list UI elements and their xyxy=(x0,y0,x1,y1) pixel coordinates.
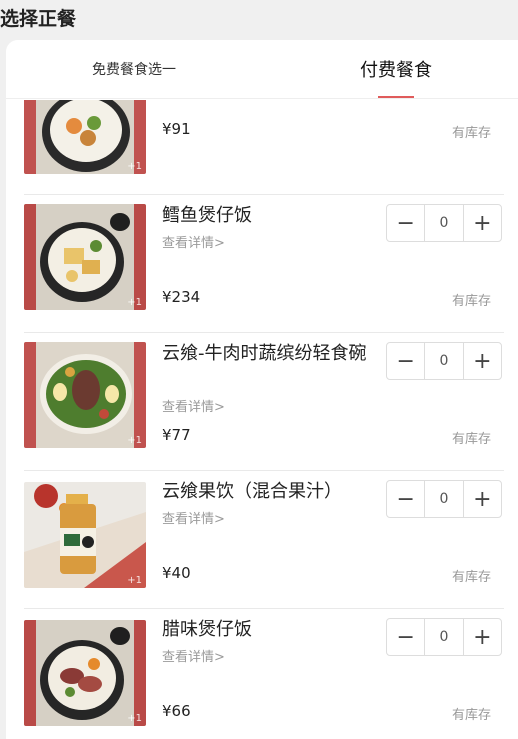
item-price: ¥66 xyxy=(162,702,191,720)
beef-salad-bowl-icon[interactable]: +1 xyxy=(24,342,146,448)
quantity-badge: +1 xyxy=(127,575,142,586)
quantity-badge: +1 xyxy=(127,297,142,308)
meal-panel: 免费餐食选一 付费餐食 +1 查看详情> ¥91 有库 xyxy=(6,40,518,739)
item-name: 鳕鱼煲仔饭 xyxy=(162,205,252,226)
view-details-link[interactable]: 查看详情> xyxy=(162,508,225,527)
quantity-badge: +1 xyxy=(127,161,142,172)
view-details-link[interactable]: 查看详情> xyxy=(162,232,225,251)
increase-button[interactable]: + xyxy=(462,204,502,242)
cod-claypot-rice-icon[interactable]: +1 xyxy=(24,204,146,310)
item-price: ¥40 xyxy=(162,564,191,582)
item-price: ¥91 xyxy=(162,120,191,138)
quantity-value[interactable]: 0 xyxy=(425,204,463,242)
quantity-value[interactable]: 0 xyxy=(425,342,463,380)
item-name: 云飨果饮（混合果汁） xyxy=(162,481,342,502)
stock-status: 有库存 xyxy=(452,432,492,447)
item-name: 云飨-牛肉时蔬缤纷轻食碗 xyxy=(162,343,367,364)
list-item: +1 鳕鱼煲仔饭 查看详情> ¥234 有库存 − 0 + xyxy=(24,194,504,333)
active-tab-indicator xyxy=(378,96,414,98)
page-title: 选择正餐 xyxy=(0,8,77,30)
list-item: +1 查看详情> ¥91 有库存 xyxy=(24,100,504,195)
meal-list[interactable]: +1 查看详情> ¥91 有库存 xyxy=(6,100,518,739)
stock-status: 有库存 xyxy=(452,570,492,585)
increase-button[interactable]: + xyxy=(462,618,502,656)
stock-status: 有库存 xyxy=(452,708,492,723)
increase-button[interactable]: + xyxy=(462,480,502,518)
quantity-value[interactable]: 0 xyxy=(425,480,463,518)
view-details-link[interactable]: 查看详情> xyxy=(162,646,225,665)
stock-status: 有库存 xyxy=(452,294,492,309)
decrease-button[interactable]: − xyxy=(386,618,426,656)
quantity-stepper: − 0 + xyxy=(386,204,502,242)
decrease-button[interactable]: − xyxy=(386,204,426,242)
juice-bottle-icon[interactable]: +1 xyxy=(24,482,146,588)
view-details-link[interactable]: 查看详情> xyxy=(162,396,225,415)
quantity-stepper: − 0 + xyxy=(386,480,502,518)
tab-paid-meal[interactable]: 付费餐食 xyxy=(306,40,486,98)
item-name: 腊味煲仔饭 xyxy=(162,619,252,640)
list-item: +1 腊味煲仔饭 查看详情> ¥66 有库存 − 0 + xyxy=(24,608,504,739)
quantity-value[interactable]: 0 xyxy=(425,618,463,656)
decrease-button[interactable]: − xyxy=(386,342,426,380)
increase-button[interactable]: + xyxy=(462,342,502,380)
list-item: +1 云飨-牛肉时蔬缤纷轻食碗 查看详情> ¥77 有库存 − 0 + xyxy=(24,332,504,471)
quantity-stepper: − 0 + xyxy=(386,342,502,380)
page-header: 选择正餐 xyxy=(0,0,518,40)
item-price: ¥234 xyxy=(162,288,201,306)
meal-tabs: 免费餐食选一 付费餐食 xyxy=(6,40,518,99)
item-price: ¥77 xyxy=(162,426,191,444)
quantity-badge: +1 xyxy=(127,713,142,724)
stock-status: 有库存 xyxy=(452,126,492,141)
tab-free-meal[interactable]: 免费餐食选一 xyxy=(46,40,222,98)
list-item: +1 云飨果饮（混合果汁） 查看详情> ¥40 有库存 − 0 + xyxy=(24,470,504,609)
cured-meat-claypot-rice-icon[interactable]: +1 xyxy=(24,620,146,726)
quantity-badge: +1 xyxy=(127,435,142,446)
quantity-stepper: − 0 + xyxy=(386,618,502,656)
claypot-rice-icon[interactable]: +1 xyxy=(24,100,146,174)
decrease-button[interactable]: − xyxy=(386,480,426,518)
